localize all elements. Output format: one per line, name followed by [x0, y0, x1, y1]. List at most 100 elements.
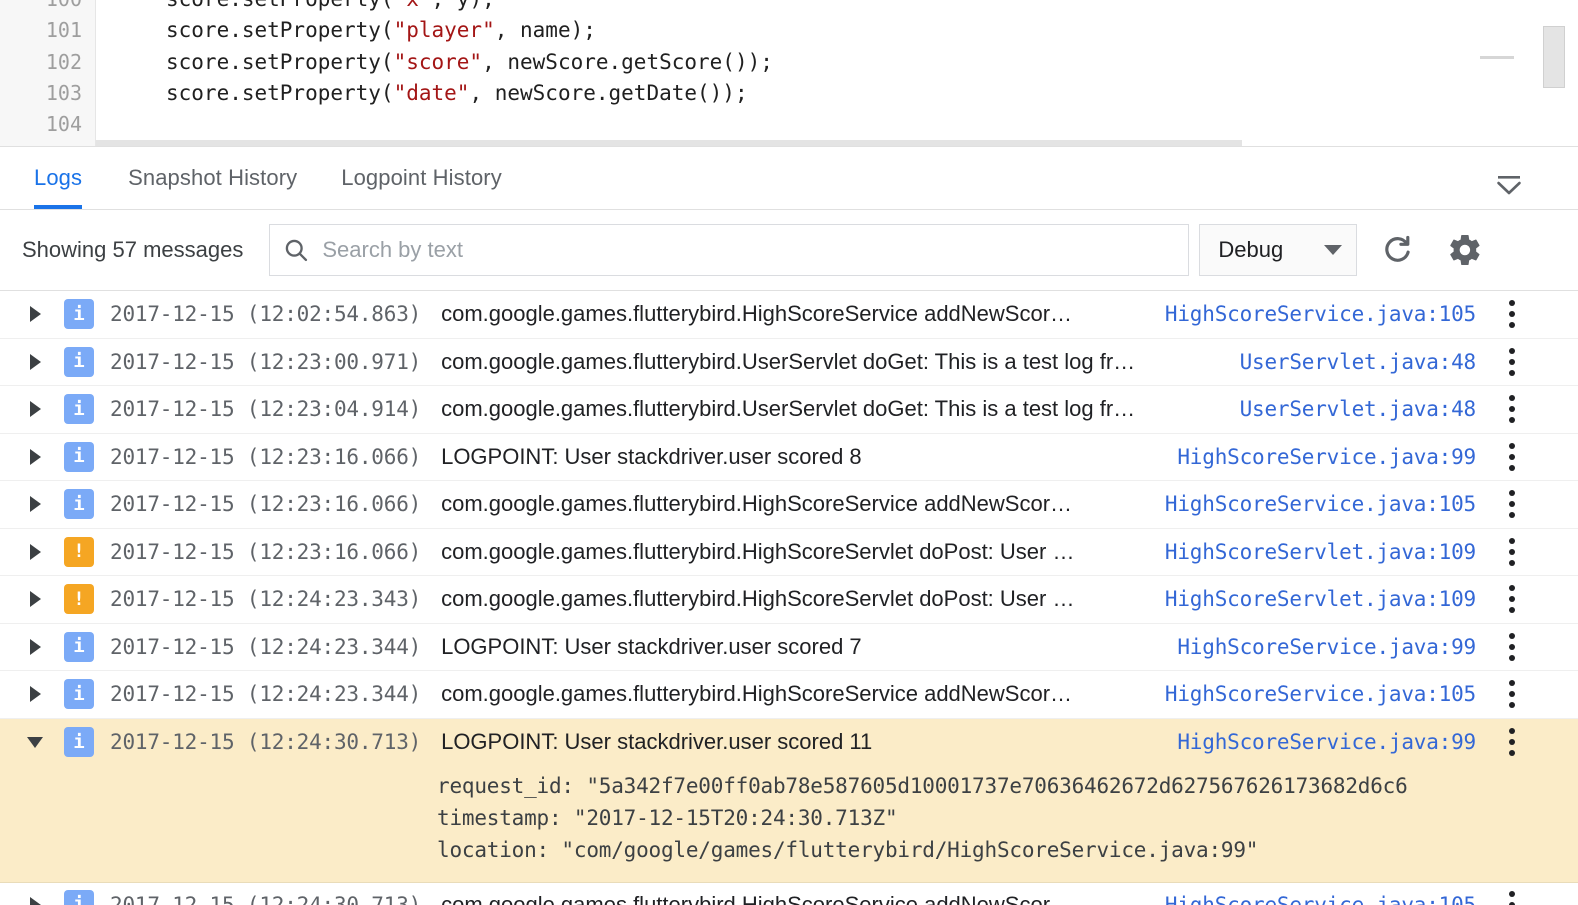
- expand-row-icon[interactable]: [18, 544, 52, 560]
- log-row[interactable]: i 2017-12-15 (12:02:54.863) com.google.g…: [0, 291, 1578, 339]
- string-literal: "player": [394, 18, 495, 42]
- settings-button[interactable]: [1437, 222, 1493, 278]
- code-lines: 100score.setProperty("x", y); 101score.s…: [0, 0, 1546, 147]
- log-timestamp: 2017-12-15 (12:23:16.066): [110, 445, 421, 469]
- log-timestamp: 2017-12-15 (12:02:54.863): [110, 302, 421, 326]
- expand-row-icon[interactable]: [18, 639, 52, 655]
- code-line: 101score.setProperty("player", name);: [0, 15, 1546, 46]
- log-list[interactable]: i 2017-12-15 (12:02:54.863) com.google.g…: [0, 291, 1578, 905]
- severity-warning-icon: !: [64, 537, 94, 567]
- editor-vertical-scrollbar[interactable]: [1552, 4, 1572, 128]
- row-menu-icon[interactable]: [1484, 680, 1540, 708]
- row-menu-icon[interactable]: [1484, 395, 1540, 423]
- severity-info-icon: i: [64, 442, 94, 472]
- log-timestamp: 2017-12-15 (12:23:16.066): [110, 540, 421, 564]
- log-row-expanded-group: i 2017-12-15 (12:24:30.713) LOGPOINT: Us…: [0, 719, 1578, 883]
- log-row[interactable]: ! 2017-12-15 (12:24:23.343) com.google.g…: [0, 576, 1578, 624]
- log-row[interactable]: ! 2017-12-15 (12:23:16.066) com.google.g…: [0, 529, 1578, 577]
- refresh-button[interactable]: [1369, 222, 1425, 278]
- log-row[interactable]: i 2017-12-15 (12:24:23.344) LOGPOINT: Us…: [0, 624, 1578, 672]
- row-menu-icon[interactable]: [1484, 443, 1540, 471]
- row-menu-icon[interactable]: [1484, 348, 1540, 376]
- log-source-link[interactable]: HighScoreService.java:105: [1165, 893, 1476, 905]
- row-menu-icon[interactable]: [1484, 728, 1540, 756]
- log-timestamp: 2017-12-15 (12:24:23.344): [110, 635, 421, 659]
- log-source-link[interactable]: HighScoreService.java:105: [1165, 492, 1476, 516]
- expand-row-icon[interactable]: [18, 496, 52, 512]
- log-source-link[interactable]: HighScoreService.java:99: [1177, 730, 1476, 754]
- log-message: com.google.games.flutterybird.HighScoreS…: [441, 301, 1165, 327]
- log-row[interactable]: i 2017-12-15 (12:23:16.066) com.google.g…: [0, 481, 1578, 529]
- expand-row-icon[interactable]: [18, 449, 52, 465]
- log-detail-timestamp: timestamp: "2017-12-15T20:24:30.713Z": [0, 802, 1578, 834]
- severity-info-icon: i: [64, 489, 94, 519]
- code-text: score.setProperty("x", y);: [96, 0, 495, 15]
- log-source-link[interactable]: HighScoreService.java:99: [1177, 635, 1476, 659]
- log-source-link[interactable]: UserServlet.java:48: [1240, 397, 1476, 421]
- expand-row-icon[interactable]: [18, 591, 52, 607]
- row-menu-icon[interactable]: [1484, 585, 1540, 613]
- row-menu-icon[interactable]: [1484, 891, 1540, 905]
- line-number: 101: [0, 15, 96, 46]
- log-source-link[interactable]: HighScoreService.java:99: [1177, 445, 1476, 469]
- code-line: 103score.setProperty("date", newScore.ge…: [0, 78, 1546, 109]
- severity-info-icon: i: [64, 394, 94, 424]
- code-text: score.setProperty("player", name);: [96, 15, 596, 46]
- log-row[interactable]: i 2017-12-15 (12:23:00.971) com.google.g…: [0, 339, 1578, 387]
- log-row[interactable]: i 2017-12-15 (12:23:16.066) LOGPOINT: Us…: [0, 434, 1578, 482]
- tab-snapshot-history-label: Snapshot History: [128, 165, 297, 191]
- log-source-link[interactable]: UserServlet.java:48: [1240, 350, 1476, 374]
- line-number: 102: [0, 47, 96, 78]
- severity-info-icon: i: [64, 727, 94, 757]
- search-input[interactable]: [322, 225, 1188, 275]
- log-row[interactable]: i 2017-12-15 (12:23:04.914) com.google.g…: [0, 386, 1578, 434]
- expand-row-icon[interactable]: [18, 401, 52, 417]
- tab-logs-label: Logs: [34, 165, 82, 191]
- code-editor-pane: 100score.setProperty("x", y); 101score.s…: [0, 0, 1578, 147]
- code-line: 102score.setProperty("score", newScore.g…: [0, 47, 1546, 78]
- code-text: [96, 109, 179, 140]
- log-message: LOGPOINT: User stackdriver.user scored 7: [441, 634, 1177, 660]
- tab-logs[interactable]: Logs: [0, 147, 106, 209]
- log-source-link[interactable]: HighScoreService.java:105: [1165, 302, 1476, 326]
- severity-info-icon: i: [64, 679, 94, 709]
- log-level-select[interactable]: Debug: [1199, 224, 1357, 276]
- log-level-selected-value: Debug: [1218, 237, 1283, 263]
- log-message: com.google.games.flutterybird.HighScoreS…: [441, 586, 1165, 612]
- collapse-panel-icon[interactable]: [1486, 163, 1532, 209]
- editor-scrollbar-thumb[interactable]: [1543, 26, 1565, 88]
- search-icon: [270, 225, 322, 275]
- code-text: score.setProperty("score", newScore.getS…: [96, 47, 773, 78]
- row-menu-icon[interactable]: [1484, 538, 1540, 566]
- row-menu-icon[interactable]: [1484, 300, 1540, 328]
- log-message: LOGPOINT: User stackdriver.user scored 1…: [441, 729, 1177, 755]
- log-source-link[interactable]: HighScoreServlet.java:109: [1165, 587, 1476, 611]
- tab-logpoint-history[interactable]: Logpoint History: [319, 147, 524, 209]
- log-source-link[interactable]: HighScoreService.java:105: [1165, 682, 1476, 706]
- log-row[interactable]: i 2017-12-15 (12:24:23.344) com.google.g…: [0, 671, 1578, 719]
- row-menu-icon[interactable]: [1484, 490, 1540, 518]
- tab-snapshot-history[interactable]: Snapshot History: [106, 147, 319, 209]
- collapse-row-icon[interactable]: [18, 737, 52, 748]
- expand-row-icon[interactable]: [18, 306, 52, 322]
- expand-row-icon[interactable]: [18, 686, 52, 702]
- severity-warning-icon: !: [64, 584, 94, 614]
- row-menu-icon[interactable]: [1484, 633, 1540, 661]
- panel-tabbar: Logs Snapshot History Logpoint History: [0, 147, 1578, 210]
- chevron-down-icon: [1324, 245, 1342, 255]
- log-message: LOGPOINT: User stackdriver.user scored 8: [441, 444, 1177, 470]
- tab-list: Logs Snapshot History Logpoint History: [0, 147, 524, 209]
- tab-logpoint-history-label: Logpoint History: [341, 165, 502, 191]
- expand-row-icon[interactable]: [18, 354, 52, 370]
- code-line: 104: [0, 109, 1546, 140]
- log-source-link[interactable]: HighScoreServlet.java:109: [1165, 540, 1476, 564]
- line-number: 100: [0, 0, 96, 15]
- log-timestamp: 2017-12-15 (12:24:30.713): [110, 730, 421, 754]
- log-row[interactable]: i 2017-12-15 (12:24:30.713) LOGPOINT: Us…: [0, 719, 1578, 766]
- severity-info-icon: i: [64, 632, 94, 662]
- log-message: com.google.games.flutterybird.UserServle…: [441, 349, 1240, 375]
- log-row[interactable]: i 2017-12-15 (12:24:30.713) com.google.g…: [0, 883, 1578, 905]
- log-timestamp: 2017-12-15 (12:24:30.713): [110, 893, 421, 905]
- search-box[interactable]: [269, 224, 1189, 276]
- string-literal: "date": [394, 81, 470, 105]
